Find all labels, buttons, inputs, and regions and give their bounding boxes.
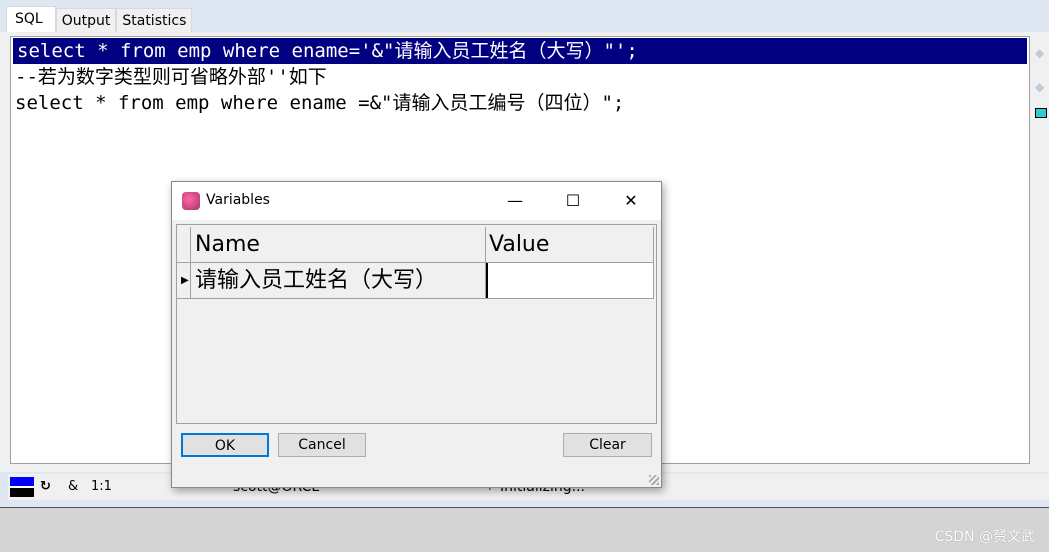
editor-line: select * from emp where ename='&"请输入员工姓名…: [13, 38, 1027, 64]
dialog-title: Variables: [206, 192, 270, 208]
clear-button[interactable]: Clear: [563, 433, 652, 457]
editor-line: select * from emp where ename =&"请输入员工编号…: [15, 92, 625, 114]
color-indicator-icon: [10, 477, 34, 497]
row-pointer-icon: ▶: [177, 263, 191, 298]
variable-value-input[interactable]: [486, 263, 654, 298]
cursor-position: 1:1: [91, 479, 112, 494]
refresh-icon[interactable]: ↻: [40, 479, 51, 494]
tab-sql[interactable]: SQL: [6, 6, 56, 32]
database-gear-icon: [182, 192, 200, 210]
close-button[interactable]: ✕: [608, 188, 654, 214]
table-row: ▶ 请输入员工姓名（大写）: [177, 263, 654, 299]
database-icon[interactable]: [1035, 108, 1047, 118]
variable-name: 请输入员工姓名（大写）: [191, 263, 486, 298]
watermark: CSDN @赟文武: [934, 529, 1035, 545]
dialog-titlebar: Variables — ☐ ✕: [172, 182, 661, 220]
maximize-button[interactable]: ☐: [550, 188, 596, 214]
arrow-down-icon[interactable]: ◆: [1035, 80, 1049, 94]
ok-button[interactable]: OK: [181, 433, 269, 457]
tab-output[interactable]: Output: [55, 8, 117, 32]
right-toolbar: ◆ ◆: [1035, 40, 1049, 118]
editor-line: --若为数字类型则可省略外部''如下: [15, 66, 327, 88]
cancel-button[interactable]: Cancel: [278, 433, 366, 457]
resize-grip-icon[interactable]: [649, 475, 659, 485]
column-header-name[interactable]: Name: [191, 227, 486, 262]
variables-grid: Name Value ▶ 请输入员工姓名（大写）: [176, 224, 657, 424]
grid-header: Name Value: [177, 227, 654, 263]
arrow-up-icon[interactable]: ◆: [1035, 46, 1049, 60]
tab-statistics[interactable]: Statistics: [116, 8, 193, 32]
minimize-button[interactable]: —: [492, 188, 538, 214]
row-indicator-header: [177, 227, 191, 262]
substitution-char: &: [68, 479, 79, 494]
variables-dialog: Variables — ☐ ✕ Name Value ▶ 请输入员工姓名（大写）…: [171, 181, 662, 488]
tab-bar: SQL Output Statistics: [6, 6, 193, 32]
column-header-value[interactable]: Value: [486, 227, 654, 262]
